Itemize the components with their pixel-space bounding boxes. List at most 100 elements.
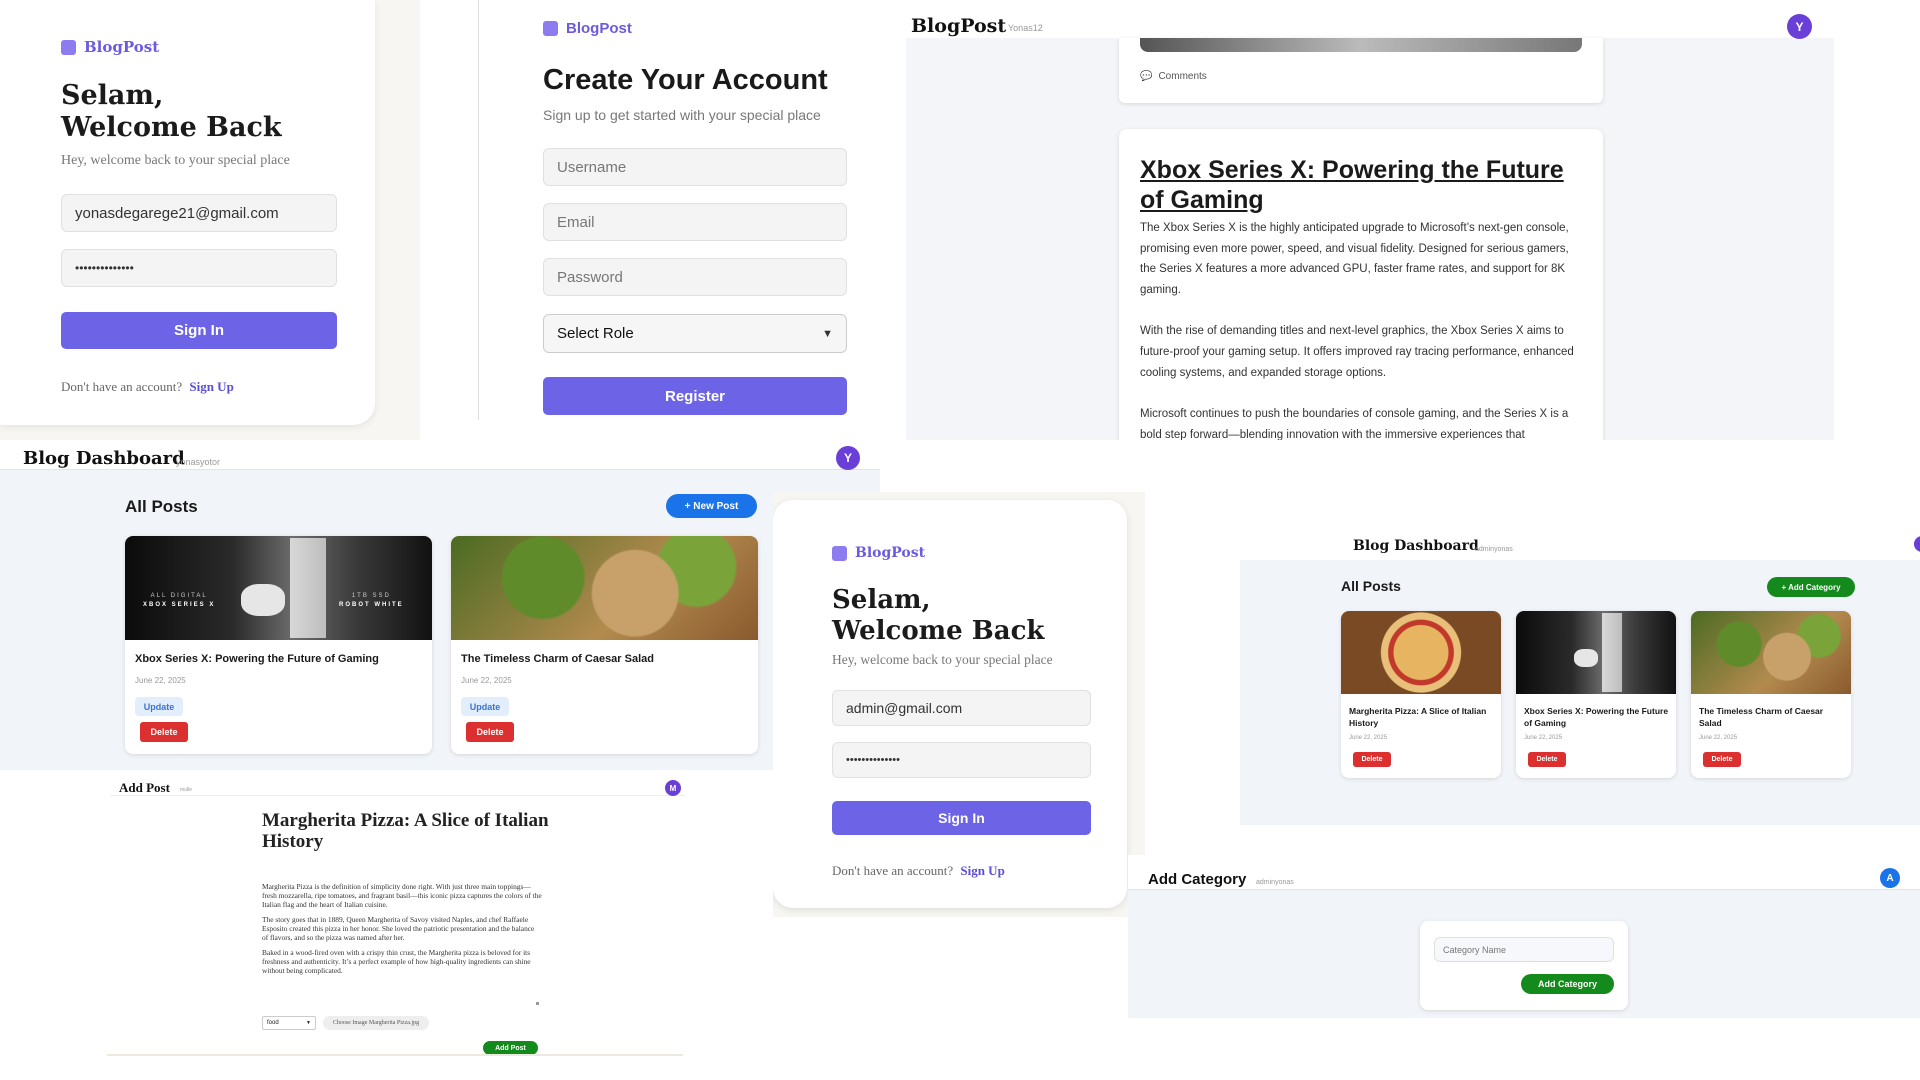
subtitle: Sign up to get started with your special…: [543, 107, 821, 123]
brand-square-icon: [61, 39, 76, 55]
sign-in-button[interactable]: Sign In: [61, 312, 337, 349]
role-select[interactable]: Select Role ▼: [543, 314, 847, 353]
username-input[interactable]: Username: [543, 148, 847, 186]
category-name-input[interactable]: Category Name: [1434, 937, 1614, 962]
brand-logo: BlogPost: [61, 38, 159, 56]
page-title: Selam, Welcome Back: [832, 585, 1044, 647]
delete-button[interactable]: Delete: [1528, 752, 1566, 767]
bottom-border: [107, 1054, 683, 1056]
signup-prompt: Don't have an account? Sign Up: [61, 379, 234, 395]
content-paragraph: The story goes that in 1889, Queen Margh…: [262, 915, 535, 942]
user-avatar[interactable]: M: [665, 780, 681, 796]
dashboard-title: Blog Dashboard: [1353, 538, 1479, 554]
brand-name: BlogPost: [84, 38, 160, 56]
update-button[interactable]: Update: [461, 697, 509, 716]
sign-up-link[interactable]: Sign Up: [189, 379, 233, 394]
img-text: ROBOT WHITE: [339, 602, 404, 608]
section-heading: All Posts: [1341, 578, 1401, 594]
post-card-date: June 22, 2025: [135, 676, 186, 685]
login-panel-2: BlogPost Selam, Welcome Back Hey, welcom…: [773, 492, 1145, 917]
delete-button[interactable]: Delete: [466, 722, 514, 742]
post-title-input[interactable]: Margherita Pizza: A Slice of Italian His…: [262, 810, 550, 852]
subtitle: Hey, welcome back to your special place: [61, 153, 290, 168]
delete-button[interactable]: Delete: [1703, 752, 1741, 767]
delete-button[interactable]: Delete: [1353, 752, 1391, 767]
delete-button[interactable]: Delete: [140, 722, 188, 742]
resize-handle-icon[interactable]: [536, 1002, 539, 1005]
post-image-strip: [1140, 38, 1582, 52]
img-text: XBOX SERIES X: [143, 602, 216, 608]
signup-prompt: Don't have an account? Sign Up: [832, 863, 1005, 879]
post-card-title: Xbox Series X: Powering the Future of Ga…: [135, 653, 379, 665]
chevron-down-icon: ▼: [306, 1020, 311, 1026]
post-card[interactable]: ALL DIGITAL XBOX SERIES X 1TB SSD ROBOT …: [125, 536, 432, 754]
add-category-form: Category Name Add Category: [1420, 921, 1628, 1010]
dashboard-header: Blog Dashboard yonasyotor Y: [0, 440, 880, 470]
post-card-date: June 22, 2025: [1524, 735, 1563, 741]
post-card-title: Margherita Pizza: A Slice of Italian His…: [1349, 706, 1487, 728]
title-line-2: Welcome Back: [832, 616, 1045, 646]
email-field[interactable]: admin@gmail.com: [832, 690, 1091, 726]
add-category-submit-button[interactable]: Add Category: [1521, 974, 1614, 994]
file-input[interactable]: Choose Image Margherita Pizza.jpg: [323, 1016, 429, 1030]
content-paragraph: Margherita Pizza is the definition of si…: [262, 882, 542, 909]
sign-in-button[interactable]: Sign In: [832, 801, 1091, 835]
subtitle: Hey, welcome back to your special place: [832, 652, 1053, 667]
new-post-button[interactable]: + New Post: [666, 494, 757, 518]
dashboard-panel-1: Blog Dashboard yonasyotor Y All Posts + …: [0, 440, 880, 770]
password-field[interactable]: ••••••••••••••: [832, 742, 1091, 778]
user-avatar[interactable]: [1914, 536, 1920, 552]
controller-icon: [241, 584, 285, 616]
title-line-2: Welcome Back: [61, 112, 282, 143]
user-avatar[interactable]: A: [1880, 868, 1900, 888]
add-post-header: Add Post mulle M: [110, 770, 685, 796]
post-card[interactable]: The Timeless Charm of Caesar Salad June …: [451, 536, 758, 754]
post-card-date: June 22, 2025: [1349, 735, 1388, 741]
login-panel-1: BlogPost Selam, Welcome Back Hey, welcom…: [0, 0, 420, 440]
add-category-button[interactable]: + Add Category: [1767, 577, 1855, 597]
post-card[interactable]: Margherita Pizza: A Slice of Italian His…: [1341, 611, 1501, 778]
post-header: BlogPost Yonas12 Y: [906, 0, 1834, 39]
content-paragraph: Baked in a wood-fired oven with a crispy…: [262, 948, 531, 975]
comment-icon: 💬: [1140, 71, 1153, 82]
register-panel: BlogPost Create Your Account Sign up to …: [420, 0, 890, 420]
add-post-button[interactable]: Add Post: [483, 1041, 538, 1055]
user-avatar[interactable]: Y: [836, 446, 860, 470]
sign-up-link[interactable]: Sign Up: [960, 863, 1004, 878]
username-label: yonasyotor: [176, 457, 221, 467]
post-card-date: June 22, 2025: [461, 676, 512, 685]
username-label: mulle: [180, 787, 192, 793]
register-button[interactable]: Register: [543, 377, 847, 415]
post-title[interactable]: Xbox Series X: Powering the Future of Ga…: [1140, 155, 1580, 215]
post-card-date: June 22, 2025: [1699, 735, 1738, 741]
page-title: Create Your Account: [543, 64, 828, 96]
no-account-text: Don't have an account?: [832, 863, 954, 878]
img-text-right: 1TB SSD ROBOT WHITE: [339, 592, 404, 610]
username-label: adminyonas: [1256, 879, 1294, 886]
post-card-title: Xbox Series X: Powering the Future of Ga…: [1524, 706, 1669, 728]
username-label: adminyonas: [1475, 546, 1513, 553]
console-tower: [1602, 613, 1622, 692]
user-avatar[interactable]: Y: [1787, 14, 1812, 39]
post-card[interactable]: The Timeless Charm of Caesar Salad June …: [1691, 611, 1851, 778]
update-button[interactable]: Update: [135, 697, 183, 716]
controller-icon: [1574, 649, 1598, 667]
dashboard-title: Blog Dashboard: [23, 448, 185, 469]
post-body: The Xbox Series X is the highly anticipa…: [1140, 218, 1584, 440]
post-image: ALL DIGITAL XBOX SERIES X 1TB SSD ROBOT …: [125, 536, 432, 640]
email-field[interactable]: yonasdegarege21@gmail.com: [61, 194, 337, 232]
post-content-input[interactable]: Margherita Pizza is the definition of si…: [262, 882, 542, 975]
dashboard-panel-2: Blog Dashboard adminyonas All Posts + Ad…: [1145, 492, 1920, 855]
brand-name: BlogPost: [566, 20, 632, 37]
password-input[interactable]: Password: [543, 258, 847, 296]
add-category-header: Add Category adminyonas A: [1128, 855, 1920, 890]
login-card-2: BlogPost Selam, Welcome Back Hey, welcom…: [773, 500, 1127, 908]
category-select[interactable]: food ▼: [262, 1016, 316, 1030]
email-input[interactable]: Email: [543, 203, 847, 241]
password-field[interactable]: ••••••••••••••: [61, 249, 337, 287]
post-image: [451, 536, 758, 640]
comments-link[interactable]: 💬 Comments: [1140, 71, 1207, 82]
section-heading: All Posts: [125, 497, 198, 516]
dashboard-header: Blog Dashboard adminyonas: [1240, 532, 1920, 560]
post-card[interactable]: Xbox Series X: Powering the Future of Ga…: [1516, 611, 1676, 778]
